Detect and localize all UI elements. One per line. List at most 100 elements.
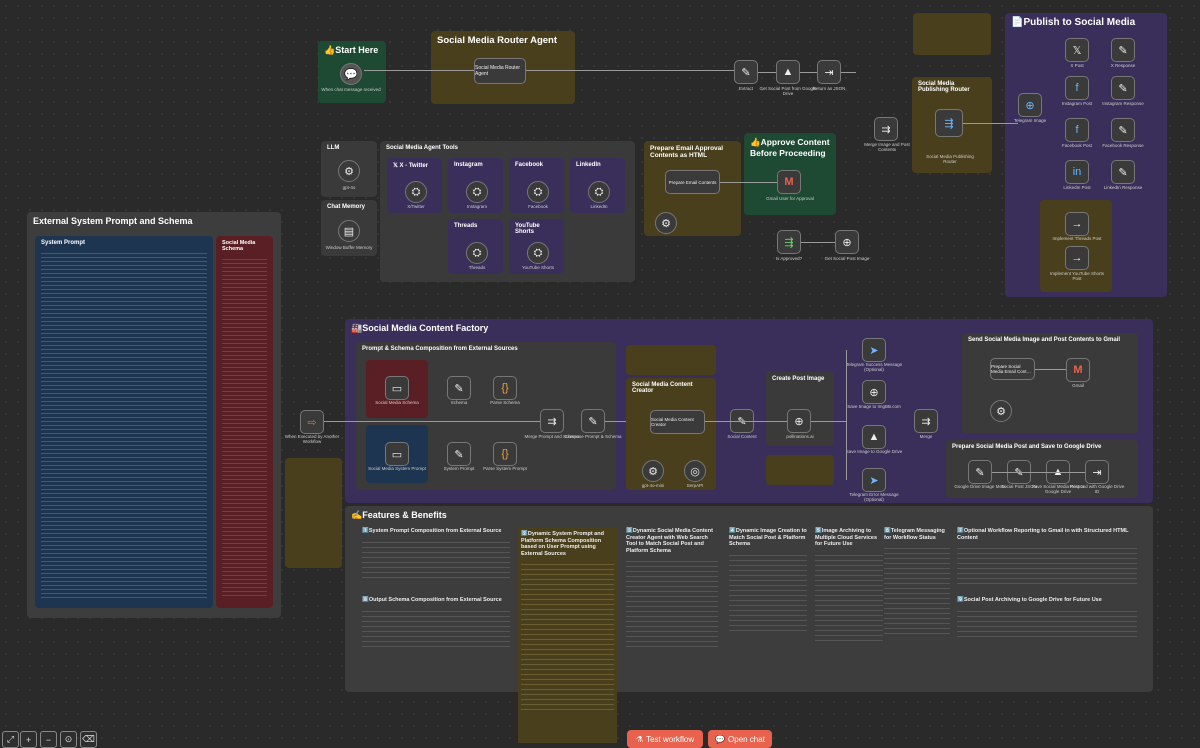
return-json-label: Return as JSON bbox=[812, 86, 846, 91]
merge-node[interactable]: ⇉ bbox=[914, 409, 938, 433]
youtube-post-node[interactable]: → bbox=[1065, 246, 1089, 270]
telegram-success-node[interactable]: ➤ bbox=[862, 338, 886, 362]
x-response-node[interactable]: ✎ bbox=[1111, 38, 1135, 62]
tool-node-instagram[interactable]: ⛭ bbox=[466, 181, 488, 203]
feature-title: 4️⃣Dynamic Image Creation to Match Socia… bbox=[729, 528, 807, 547]
openai-icon[interactable]: ⚙ bbox=[655, 212, 677, 234]
tool-node-x[interactable]: ⛭ bbox=[405, 181, 427, 203]
zoom-out-button[interactable]: − bbox=[40, 731, 57, 748]
system-prompt-edit-node[interactable]: ✎ bbox=[447, 442, 471, 466]
get-image-node[interactable]: ⊕ bbox=[835, 230, 859, 254]
feature-body bbox=[815, 550, 883, 641]
linkedin-response-node[interactable]: ✎ bbox=[1111, 160, 1135, 184]
workflow-trigger-node[interactable]: ⇨ bbox=[300, 410, 324, 434]
tool-node-youtube[interactable]: ⛭ bbox=[527, 242, 549, 264]
feature-card: 6️⃣Telegram Messaging for Workflow Statu… bbox=[884, 528, 950, 678]
test-workflow-button[interactable]: ⚗ Test workflow bbox=[627, 730, 703, 748]
feature-title: 2️⃣Dynamic System Prompt and Platform Sc… bbox=[521, 531, 604, 557]
prepare-email-node[interactable]: Prepare Social Media Email Cont… bbox=[990, 358, 1035, 380]
telegram-error-node[interactable]: ➤ bbox=[862, 468, 886, 492]
gmail-approval-node[interactable]: M bbox=[777, 170, 801, 194]
parse-prompt-node[interactable]: {} bbox=[493, 442, 517, 466]
feature-title: 9️⃣Social Post Archiving to Google Drive… bbox=[957, 597, 1102, 603]
fit-view-button[interactable]: ⤢ bbox=[2, 731, 19, 748]
approved-label: Is Approved? bbox=[775, 256, 803, 261]
serpapi-icon[interactable]: ◎ bbox=[684, 460, 706, 482]
tool-node-linkedin[interactable]: ⛭ bbox=[588, 181, 610, 203]
feature-body bbox=[362, 606, 510, 647]
sticky-note-small bbox=[913, 13, 991, 55]
feature-body bbox=[521, 560, 614, 710]
facebook-post-node[interactable]: f bbox=[1065, 118, 1089, 142]
instagram-response-node[interactable]: ✎ bbox=[1111, 76, 1135, 100]
telegram-error-label: Telegram Error Message (Optional) bbox=[849, 492, 899, 502]
parse-schema-label: Parse Schema bbox=[490, 400, 520, 405]
tool-label: LinkedIn bbox=[590, 204, 608, 209]
compose-node[interactable]: ✎ bbox=[581, 409, 605, 433]
chat-trigger-label: When chat message received bbox=[321, 87, 381, 92]
tidy-up-button[interactable]: ⌫ bbox=[80, 731, 97, 748]
wire bbox=[811, 421, 846, 422]
feature-card: 1️⃣System Prompt Composition from Extern… bbox=[362, 528, 510, 592]
respond-label: Respond with Google Drive ID bbox=[1069, 484, 1125, 494]
return-json-node[interactable]: ⇥ bbox=[817, 60, 841, 84]
save-drive-label: Save Image to Google Drive bbox=[845, 449, 903, 454]
pollinations-label: pollinations.ai bbox=[786, 434, 814, 439]
threads-post-label: Implement Threads Post bbox=[1052, 236, 1102, 241]
wire bbox=[841, 72, 856, 73]
reset-zoom-button[interactable]: ⊙ bbox=[60, 731, 77, 748]
schema-node[interactable]: ✎ bbox=[447, 376, 471, 400]
tool-node-facebook[interactable]: ⛭ bbox=[527, 181, 549, 203]
wire bbox=[963, 123, 1018, 124]
openai-icon[interactable]: ⚙ bbox=[642, 460, 664, 482]
threads-post-node[interactable]: → bbox=[1065, 212, 1089, 236]
openai-icon[interactable]: ⚙ bbox=[338, 160, 360, 182]
extract-node[interactable]: ✎ bbox=[734, 60, 758, 84]
approved-node[interactable]: ⇶ bbox=[777, 230, 801, 254]
google-drive-node[interactable]: ▲ bbox=[776, 60, 800, 84]
linkedin-response-label: LinkedIn Response bbox=[1103, 185, 1143, 190]
tool-node-threads[interactable]: ⛭ bbox=[466, 242, 488, 264]
facebook-response-node[interactable]: ✎ bbox=[1111, 118, 1135, 142]
content-creator-node[interactable]: Social Media Content Creator bbox=[650, 410, 705, 434]
linkedin-post-node[interactable]: in bbox=[1065, 160, 1089, 184]
drive-meta-node[interactable]: ✎ bbox=[968, 460, 992, 484]
respond-node[interactable]: ⇥ bbox=[1085, 460, 1109, 484]
telegram-image-node[interactable]: ⊕ bbox=[1018, 93, 1042, 117]
merge-image-node[interactable]: ⇉ bbox=[874, 117, 898, 141]
memory-icon[interactable]: ▤ bbox=[338, 220, 360, 242]
workflow-trigger-label: When Executed by Another Workflow bbox=[284, 434, 340, 444]
facebook-response-label: Facebook Response bbox=[1102, 143, 1144, 148]
router-agent-node[interactable]: Social Media Router Agent bbox=[474, 58, 526, 84]
parse-schema-node[interactable]: {} bbox=[493, 376, 517, 400]
pollinations-node[interactable]: ⊕ bbox=[787, 409, 811, 433]
publishing-router-label: Social Media Publishing Router bbox=[926, 154, 974, 164]
feature-body bbox=[729, 550, 807, 631]
save-imgbb-node[interactable]: ⊕ bbox=[862, 380, 886, 404]
instagram-post-node[interactable]: f bbox=[1065, 76, 1089, 100]
feature-title: 8️⃣Output Schema Composition from Extern… bbox=[362, 597, 502, 603]
system-prompt-node[interactable]: ▭ bbox=[385, 442, 409, 466]
feature-body bbox=[362, 537, 510, 578]
merge-prompt-node[interactable]: ⇉ bbox=[540, 409, 564, 433]
compose-label: Compose Prompt & Schema bbox=[564, 434, 622, 439]
open-chat-button[interactable]: 💬 Open chat bbox=[708, 730, 772, 748]
tool-label: YouTube Shorts bbox=[522, 265, 554, 270]
zoom-in-button[interactable]: + bbox=[20, 731, 37, 748]
save-drive-node[interactable]: ▲ bbox=[862, 425, 886, 449]
gmail-label: Gmail bbox=[1072, 383, 1084, 388]
chat-trigger-node[interactable]: 💬 bbox=[340, 63, 362, 85]
feature-title: 3️⃣Dynamic Social Media Content Creator … bbox=[626, 528, 713, 554]
media-schema-node[interactable]: ▭ bbox=[385, 376, 409, 400]
publishing-router-node[interactable]: ⇶ bbox=[935, 109, 963, 137]
feature-card: 4️⃣Dynamic Image Creation to Match Socia… bbox=[729, 528, 807, 678]
instagram-response-label: Instagram Response bbox=[1102, 101, 1144, 106]
save-imgbb-label: Save Image to ImgBB.com bbox=[847, 404, 901, 409]
openai-icon[interactable]: ⚙ bbox=[990, 400, 1012, 422]
email-contents-node[interactable]: Prepare Email Contents bbox=[665, 170, 720, 194]
tool-label: Facebook bbox=[528, 204, 548, 209]
merge-label: Merge bbox=[919, 434, 933, 439]
x-post-node[interactable]: 𝕏 bbox=[1065, 38, 1089, 62]
feature-card: 8️⃣Output Schema Composition from Extern… bbox=[362, 597, 510, 667]
gmail-node[interactable]: M bbox=[1066, 358, 1090, 382]
